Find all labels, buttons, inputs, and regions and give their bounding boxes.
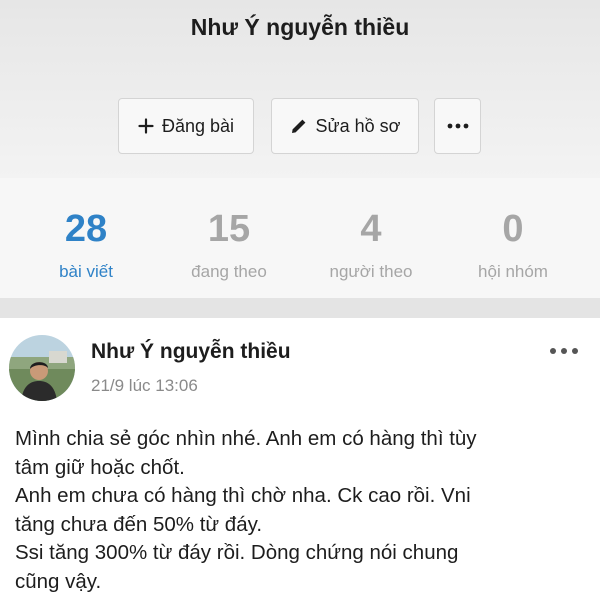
avatar[interactable] — [9, 335, 75, 401]
post-author[interactable]: Như Ý nguyễn thiều — [91, 340, 291, 364]
post-line: Anh em chưa có hàng thì chờ nha. Ck cao … — [15, 484, 471, 507]
profile-stats: 28 bài viết 15 đang theo 4 người theo 0 … — [0, 178, 600, 298]
profile-more-button[interactable] — [434, 98, 481, 154]
stat-following-label: đang theo — [191, 262, 267, 281]
plus-icon — [138, 118, 154, 134]
stat-followers-count: 4 — [360, 208, 382, 250]
more-horizontal-icon — [548, 345, 580, 362]
post-line: Ssi tăng 300% từ đáy rồi. Dòng chứng nói… — [15, 541, 459, 564]
section-divider — [0, 298, 600, 318]
edit-profile-button[interactable]: Sửa hồ sơ — [271, 98, 419, 154]
create-post-label: Đăng bài — [161, 115, 235, 136]
stat-following-count: 15 — [207, 208, 251, 250]
stat-followers-label: người theo — [329, 262, 413, 281]
stat-groups-count: 0 — [502, 208, 524, 250]
post-line: tâm giữ hoặc chốt. — [15, 455, 185, 479]
stat-posts-count: 28 — [64, 208, 108, 250]
post-line: cũng vậy. — [15, 569, 102, 593]
pencil-icon — [290, 117, 308, 135]
post-card: Như Ý nguyễn thiều 21/9 lúc 13:06 Mình c… — [0, 318, 600, 600]
profile-header: Như Ý nguyễn thiều Đăng bài Sửa hồ sơ — [0, 0, 600, 178]
stat-groups-label: hội nhóm — [478, 262, 548, 281]
post-options-button[interactable] — [548, 344, 580, 358]
stat-posts-label: bài viết — [59, 262, 113, 281]
post-line: tăng chưa đến 50% từ đáy. — [15, 512, 263, 536]
post-body: Mình chia sẻ góc nhìn nhé. Anh em có hàn… — [15, 425, 590, 596]
profile-name: Như Ý nguyễn thiều — [190, 14, 410, 40]
edit-profile-label: Sửa hồ sơ — [315, 115, 401, 136]
create-post-button[interactable]: Đăng bài — [118, 98, 254, 154]
post-timestamp: 21/9 lúc 13:06 — [91, 376, 198, 395]
post-line: Mình chia sẻ góc nhìn nhé. Anh em có hàn… — [15, 427, 477, 450]
more-horizontal-icon — [447, 123, 469, 129]
